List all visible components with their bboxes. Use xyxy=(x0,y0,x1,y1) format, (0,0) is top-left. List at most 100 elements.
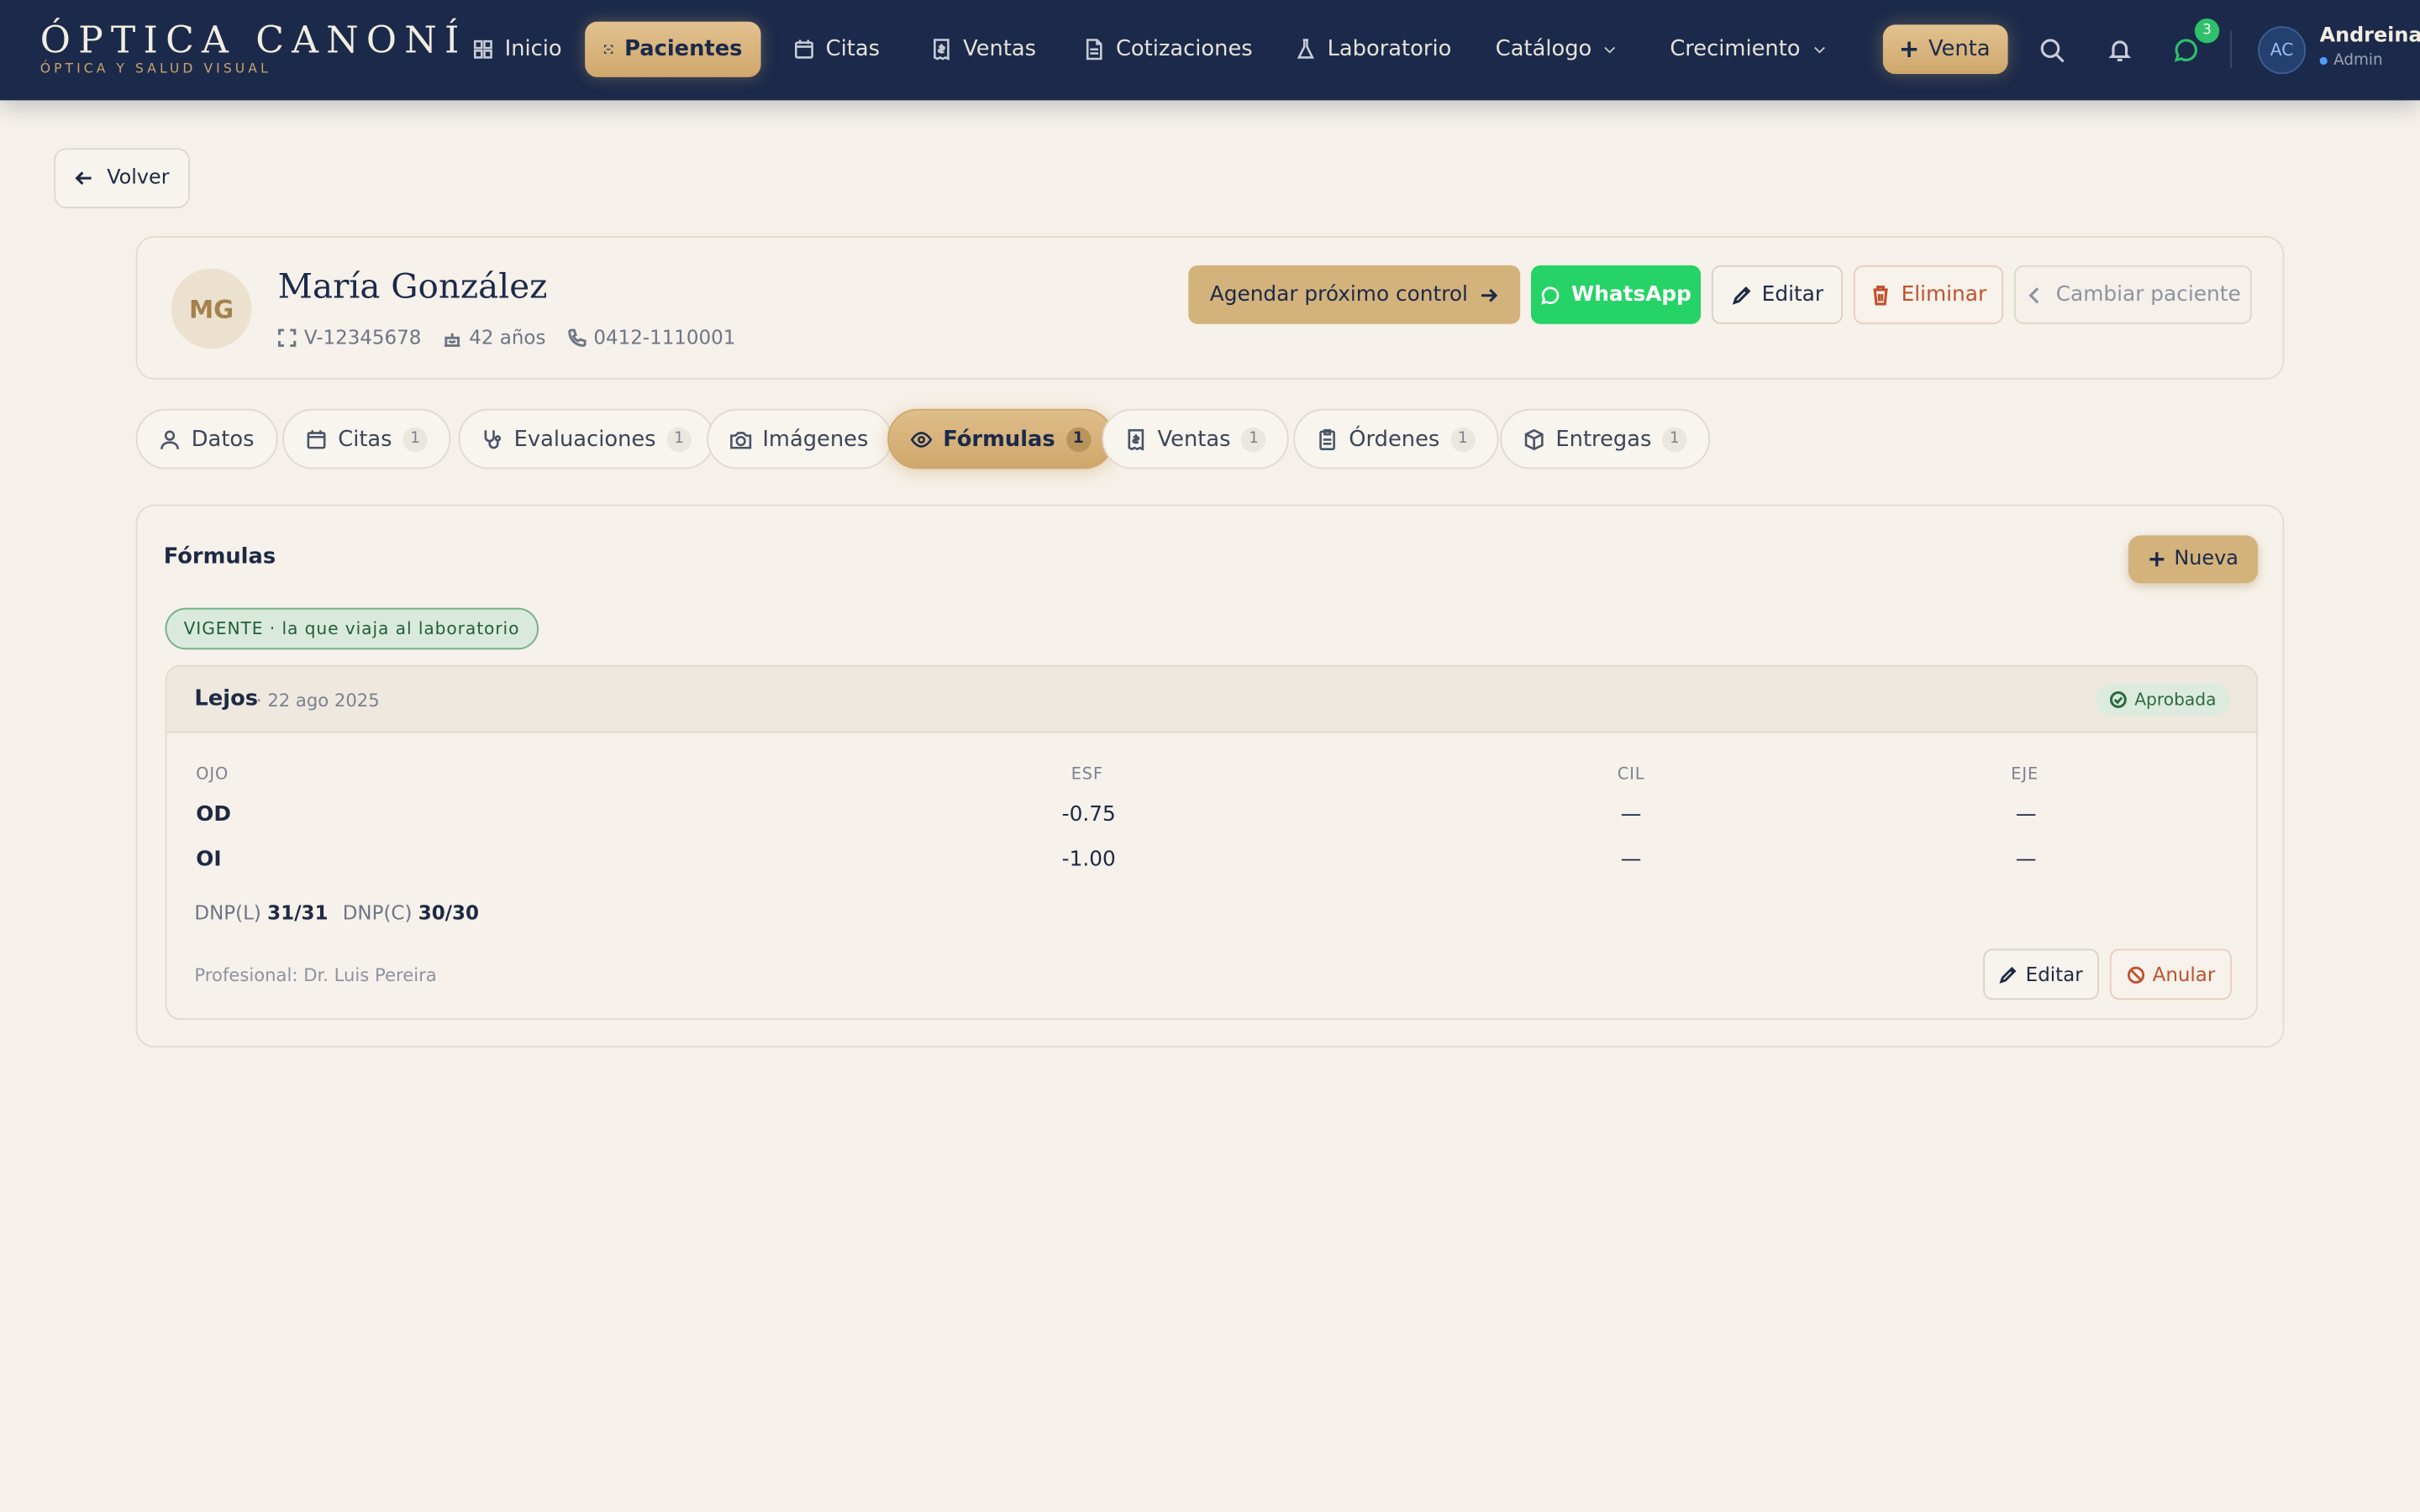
nav-item-crecimiento[interactable]: Crecimiento xyxy=(1651,22,1845,77)
new-sale-label: Venta xyxy=(1928,37,1991,62)
camera-icon xyxy=(730,431,752,449)
stethoscope-icon xyxy=(484,429,502,449)
row-oi-eye: OI xyxy=(196,847,222,872)
delete-patient-button[interactable]: Eliminar xyxy=(1853,265,2004,324)
tab-ordenes[interactable]: Órdenes 1 xyxy=(1293,408,1499,470)
tab-entregas[interactable]: Entregas 1 xyxy=(1500,408,1711,470)
whatsapp-button[interactable]: WhatsApp xyxy=(1531,265,1702,324)
vigente-badge: VIGENTE · la que viaja al laboratorio xyxy=(165,607,539,650)
arrow-left-icon xyxy=(75,171,92,186)
nav-item-ventas[interactable]: Ventas xyxy=(913,22,1055,77)
cancel-formula-label: Anular xyxy=(2152,963,2216,986)
tab-evaluaciones[interactable]: Evaluaciones 1 xyxy=(458,408,715,470)
nav-item-citas[interactable]: Citas xyxy=(775,22,898,77)
chevron-down-icon xyxy=(1813,46,1824,54)
patient-header-card: MG María González V-12345678 42 años 041… xyxy=(135,236,2285,380)
patient-avatar: MG xyxy=(171,268,252,349)
arrow-right-icon xyxy=(1481,287,1498,302)
flask-icon xyxy=(1297,39,1314,59)
tab-datos[interactable]: Datos xyxy=(135,408,278,470)
dnp-lejos: DNP(L) 31/31 xyxy=(194,901,328,925)
nav-item-inicio[interactable]: Inicio xyxy=(454,22,581,77)
schedule-next-control-button[interactable]: Agendar próximo control xyxy=(1188,265,1521,324)
patient-id-value: V-12345678 xyxy=(303,325,422,349)
user-name[interactable]: Andreina xyxy=(2320,24,2420,48)
online-dot xyxy=(2319,56,2328,66)
plus-icon xyxy=(1902,41,1918,57)
nav-item-catalogo[interactable]: Catálogo xyxy=(1477,22,1637,77)
formula-type: Lejos xyxy=(194,686,259,711)
nav-label: Inicio xyxy=(504,37,562,62)
user-role-label: Admin xyxy=(2333,52,2383,70)
patient-meta: V-12345678 42 años 0412-1110001 xyxy=(277,325,735,349)
tab-formulas[interactable]: Fórmulas 1 xyxy=(887,408,1114,470)
tab-imagenes[interactable]: Imágenes xyxy=(707,408,892,470)
notifications-button[interactable] xyxy=(2101,31,2138,68)
ban-icon xyxy=(2127,965,2144,983)
col-header-esf: ESF xyxy=(1071,765,1103,785)
back-label: Volver xyxy=(107,166,170,190)
change-patient-button[interactable]: Cambiar paciente xyxy=(2013,265,2252,324)
top-navbar: ÓPTICA CANONÍ ÓPTICA Y SALUD VISUAL Inic… xyxy=(0,0,2420,101)
back-button[interactable]: Volver xyxy=(54,148,190,208)
pencil-icon xyxy=(2000,966,2018,984)
messages-count-badge: 3 xyxy=(2194,18,2220,44)
tab-count: 1 xyxy=(1241,426,1266,452)
tab-label: Datos xyxy=(191,426,255,452)
nav-label: Crecimiento xyxy=(1670,37,1801,62)
tab-label: Fórmulas xyxy=(943,426,1055,452)
patient-phone-value: 0412-1110001 xyxy=(593,325,736,349)
row-od-cil: — xyxy=(1620,802,1642,827)
tab-label: Entregas xyxy=(1555,426,1652,452)
plus-icon xyxy=(2149,552,2164,567)
cancel-formula-button[interactable]: Anular xyxy=(2109,948,2232,1000)
nav-item-cotizaciones[interactable]: Cotizaciones xyxy=(1065,22,1270,77)
nav-item-laboratorio[interactable]: Laboratorio xyxy=(1276,22,1470,77)
brand-subtitle: ÓPTICA Y SALUD VISUAL xyxy=(39,61,271,77)
whatsapp-icon xyxy=(1541,286,1560,304)
dnp-cerca-value: 30/30 xyxy=(418,900,480,925)
chat-bubble-icon xyxy=(2173,38,2197,61)
patient-phone: 0412-1110001 xyxy=(567,326,735,349)
search-icon xyxy=(2039,38,2064,62)
user-avatar[interactable]: AC xyxy=(2258,26,2307,75)
calendar-icon xyxy=(307,429,326,449)
tab-label: Órdenes xyxy=(1349,426,1440,452)
patient-age-value: 42 años xyxy=(469,325,546,349)
formula-date: · 22 ago 2025 xyxy=(255,690,380,711)
nav-item-pacientes[interactable]: Pacientes xyxy=(585,21,761,77)
whatsapp-label: WhatsApp xyxy=(1570,282,1691,307)
formulas-panel: Fórmulas Nueva VIGENTE · la que viaja al… xyxy=(135,504,2285,1048)
row-od-eye: OD xyxy=(196,802,231,827)
tab-label: Evaluaciones xyxy=(513,426,656,452)
tab-label: Citas xyxy=(338,426,392,452)
col-header-eje: EJE xyxy=(2011,765,2039,785)
dnp-lejos-value: 31/31 xyxy=(267,900,329,925)
user-role: Admin xyxy=(2319,52,2383,70)
user-icon xyxy=(160,429,179,449)
edit-patient-button[interactable]: Editar xyxy=(1711,265,1844,324)
cake-icon xyxy=(444,332,460,346)
brand-logo[interactable]: ÓPTICA CANONÍ ÓPTICA Y SALUD VISUAL xyxy=(40,20,467,77)
dnp-lejos-label: DNP(L) xyxy=(194,900,261,925)
delete-label: Eliminar xyxy=(1901,282,1987,307)
phone-icon xyxy=(567,328,586,346)
edit-formula-button[interactable]: Editar xyxy=(1983,948,2099,1000)
formula-card-header: Lejos · 22 ago 2025 Aprobada xyxy=(166,666,2257,733)
tab-citas[interactable]: Citas 1 xyxy=(282,408,451,470)
change-label: Cambiar paciente xyxy=(2055,282,2241,307)
formula-card: Lejos · 22 ago 2025 Aprobada OJO ESF CIL… xyxy=(165,664,2259,1021)
col-header-cil: CIL xyxy=(1617,765,1645,785)
status-badge: Aprobada xyxy=(2096,683,2231,717)
search-button[interactable] xyxy=(2033,31,2070,68)
grid-icon xyxy=(473,39,492,59)
new-sale-button[interactable]: Venta xyxy=(1882,24,2008,75)
patient-age: 42 años xyxy=(443,326,545,349)
row-od-eje: — xyxy=(2015,802,2037,827)
new-formula-button[interactable]: Nueva xyxy=(2128,535,2259,584)
pencil-icon xyxy=(1731,286,1750,304)
trash-icon xyxy=(1873,285,1888,305)
nav-label: Cotizaciones xyxy=(1115,37,1253,62)
check-circle-icon xyxy=(2109,691,2127,708)
tab-ventas[interactable]: Ventas 1 xyxy=(1102,408,1290,470)
